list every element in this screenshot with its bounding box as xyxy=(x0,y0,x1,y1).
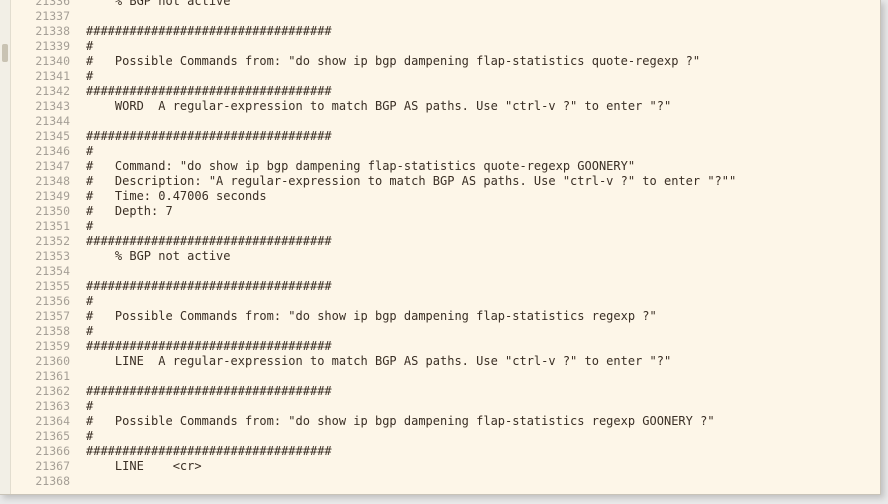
line-number: 21356 xyxy=(35,294,70,308)
code-line[interactable]: 21336 % BGP not active xyxy=(12,0,880,9)
code-line[interactable]: 21349 # Time: 0.47006 seconds xyxy=(12,189,880,204)
code-line[interactable]: 21347 # Command: "do show ip bgp dampenin… xyxy=(12,159,880,174)
line-text[interactable]: # xyxy=(86,399,93,414)
line-number: 21361 xyxy=(35,369,70,383)
line-text[interactable]: # xyxy=(86,144,93,159)
line-text[interactable]: ################################## xyxy=(86,129,332,144)
line-text[interactable]: # Possible Commands from: "do show ip bg… xyxy=(86,414,715,429)
line-text[interactable]: % BGP not active xyxy=(86,249,231,264)
code-line[interactable]: 21341 # xyxy=(12,69,880,84)
code-line[interactable]: 21360 LINE A regular-expression to match… xyxy=(12,354,880,369)
code-line[interactable]: 21355 ################################## xyxy=(12,279,880,294)
code-line[interactable]: 21342 ################################## xyxy=(12,84,880,99)
line-number: 21362 xyxy=(35,384,70,398)
code-line[interactable]: 21359 ################################## xyxy=(12,339,880,354)
code-line[interactable]: 21364 # Possible Commands from: "do show … xyxy=(12,414,880,429)
line-number: 21351 xyxy=(35,219,70,233)
line-number: 21364 xyxy=(35,414,70,428)
line-text[interactable]: # xyxy=(86,429,93,444)
line-text[interactable]: # Description: "A regular-expression to … xyxy=(86,174,736,189)
line-text[interactable]: # Possible Commands from: "do show ip bg… xyxy=(86,54,700,69)
line-number: 21340 xyxy=(35,54,70,68)
code-line[interactable]: 21340 # Possible Commands from: "do show … xyxy=(12,54,880,69)
line-number: 21346 xyxy=(35,144,70,158)
code-line[interactable]: 21353 % BGP not active xyxy=(12,249,880,264)
line-number: 21355 xyxy=(35,279,70,293)
line-text[interactable]: # Time: 0.47006 seconds xyxy=(86,189,267,204)
line-number: 21339 xyxy=(35,39,70,53)
code-line[interactable]: 21361 xyxy=(12,369,880,384)
code-line[interactable]: 21363 # xyxy=(12,399,880,414)
line-number: 21344 xyxy=(35,114,70,128)
line-number: 21349 xyxy=(35,189,70,203)
code-line[interactable]: 21367 LINE <cr> xyxy=(12,459,880,474)
line-number: 21368 xyxy=(35,474,70,488)
code-line[interactable]: 21343 WORD A regular-expression to match… xyxy=(12,99,880,114)
code-line[interactable]: 21348 # Description: "A regular-expressio… xyxy=(12,174,880,189)
code-line[interactable]: 21345 ################################## xyxy=(12,129,880,144)
code-line[interactable]: 21352 ################################## xyxy=(12,234,880,249)
line-number: 21358 xyxy=(35,324,70,338)
editor-lines[interactable]: 21336 % BGP not active 21337 21338 ########… xyxy=(12,0,880,489)
line-text[interactable]: # xyxy=(86,219,93,234)
line-text[interactable]: ################################## xyxy=(86,339,332,354)
line-text[interactable]: ################################## xyxy=(86,444,332,459)
line-text[interactable]: # xyxy=(86,69,93,84)
line-number: 21352 xyxy=(35,234,70,248)
line-number: 21348 xyxy=(35,174,70,188)
code-line[interactable]: 21338 ################################## xyxy=(12,24,880,39)
line-text[interactable]: ################################## xyxy=(86,24,332,39)
line-number: 21367 xyxy=(35,459,70,473)
code-line[interactable]: 21357 # Possible Commands from: "do show … xyxy=(12,309,880,324)
code-line[interactable]: 21344 xyxy=(12,114,880,129)
line-text[interactable]: WORD A regular-expression to match BGP A… xyxy=(86,99,671,114)
line-text[interactable]: ################################## xyxy=(86,234,332,249)
code-line[interactable]: 21362 ################################## xyxy=(12,384,880,399)
line-text[interactable]: # Possible Commands from: "do show ip bg… xyxy=(86,309,657,324)
text-editor[interactable]: 21336 % BGP not active 21337 21338 ########… xyxy=(0,0,881,495)
code-line[interactable]: 21354 xyxy=(12,264,880,279)
line-number: 21359 xyxy=(35,339,70,353)
code-line[interactable]: 21358 # xyxy=(12,324,880,339)
line-text[interactable]: ################################## xyxy=(86,84,332,99)
code-line[interactable]: 21368 xyxy=(12,474,880,489)
line-number: 21347 xyxy=(35,159,70,173)
code-line[interactable]: 21351 # xyxy=(12,219,880,234)
code-line[interactable]: 21366 ################################## xyxy=(12,444,880,459)
line-number: 21357 xyxy=(35,309,70,323)
line-number: 21363 xyxy=(35,399,70,413)
line-number: 21338 xyxy=(35,24,70,38)
line-text[interactable]: # Command: "do show ip bgp dampening fla… xyxy=(86,159,635,174)
line-text[interactable]: # xyxy=(86,39,93,54)
code-line[interactable]: 21365 # xyxy=(12,429,880,444)
line-number: 21353 xyxy=(35,249,70,263)
code-line[interactable]: 21339 # xyxy=(12,39,880,54)
line-number: 21354 xyxy=(35,264,70,278)
line-number: 21336 xyxy=(35,0,70,8)
code-line[interactable]: 21350 # Depth: 7 xyxy=(12,204,880,219)
line-number: 21337 xyxy=(35,9,70,23)
line-text[interactable]: ################################## xyxy=(86,384,332,399)
line-number: 21360 xyxy=(35,354,70,368)
line-number: 21343 xyxy=(35,99,70,113)
line-number: 21366 xyxy=(35,444,70,458)
code-line[interactable]: 21337 xyxy=(12,9,880,24)
line-number: 21341 xyxy=(35,69,70,83)
scroll-marker[interactable] xyxy=(2,44,8,62)
line-text[interactable]: # Depth: 7 xyxy=(86,204,173,219)
line-text[interactable]: LINE A regular-expression to match BGP A… xyxy=(86,354,671,369)
line-number: 21350 xyxy=(35,204,70,218)
line-text[interactable]: LINE <cr> xyxy=(86,459,202,474)
line-number: 21342 xyxy=(35,84,70,98)
gutter-strip xyxy=(0,0,11,494)
code-line[interactable]: 21356 # xyxy=(12,294,880,309)
line-text[interactable]: % BGP not active xyxy=(86,0,231,9)
line-number: 21345 xyxy=(35,129,70,143)
code-line[interactable]: 21346 # xyxy=(12,144,880,159)
line-text[interactable]: ################################## xyxy=(86,279,332,294)
line-text[interactable]: # xyxy=(86,324,93,339)
line-text[interactable]: # xyxy=(86,294,93,309)
line-number: 21365 xyxy=(35,429,70,443)
